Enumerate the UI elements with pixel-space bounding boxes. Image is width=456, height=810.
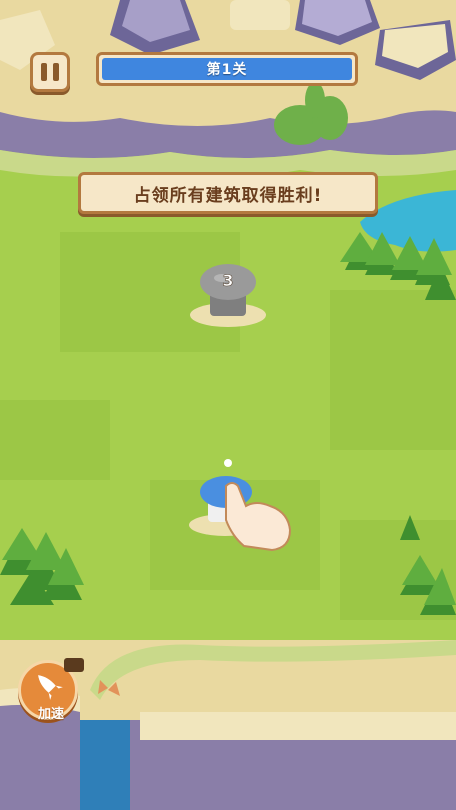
level-title: 第1关 [102, 58, 352, 80]
objective-banner: 占领所有建筑取得胜利! [78, 172, 378, 214]
pause-icon [41, 63, 47, 81]
video-camera-icon [64, 658, 84, 672]
pause-button[interactable] [30, 52, 70, 92]
building-neutral-count: 3 [222, 271, 233, 290]
speed-up-label: 加速 [37, 707, 64, 722]
level-progress-bar: 第1关 [96, 52, 358, 86]
